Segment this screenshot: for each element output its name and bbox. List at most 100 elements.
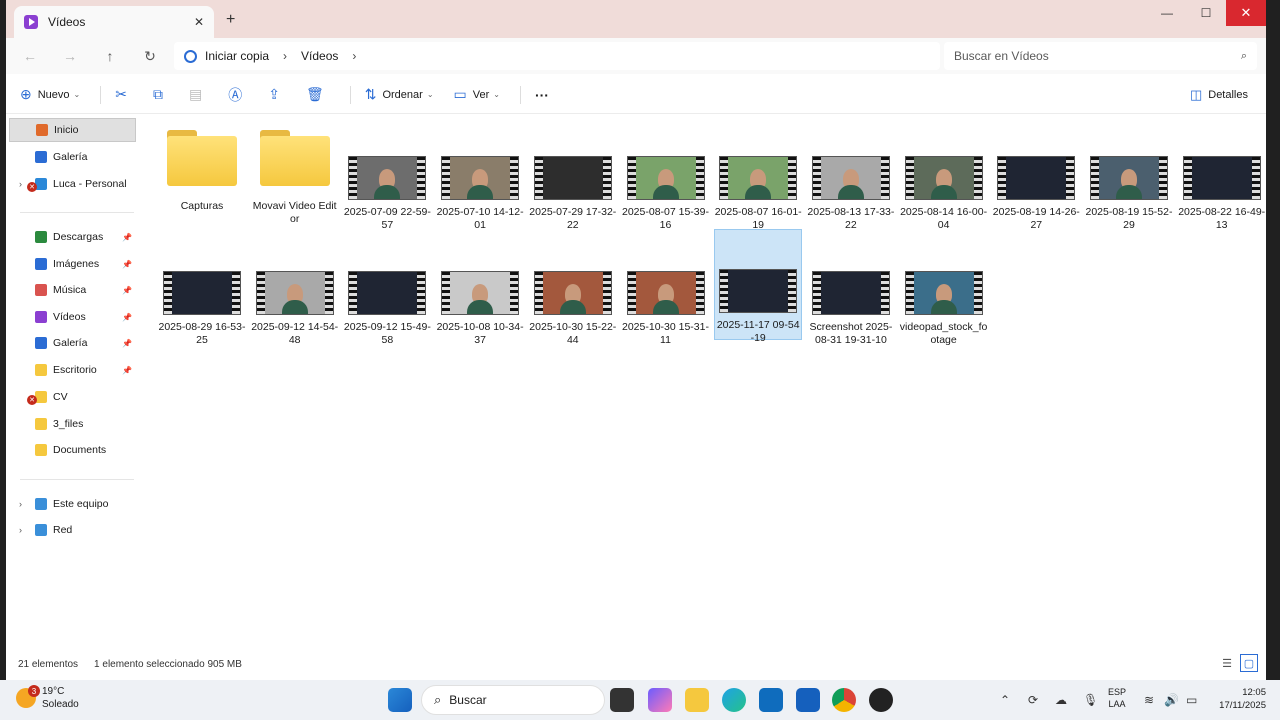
tab-videos[interactable]: Vídeos ✕ (14, 6, 214, 38)
chevron-right-icon[interactable]: › (352, 49, 356, 63)
store-icon[interactable] (796, 688, 820, 712)
file-name: 2025-08-19 14-26-27 (992, 206, 1080, 231)
task-view-icon[interactable] (610, 688, 634, 712)
sidebar-item-cv[interactable]: ✕ CV (9, 385, 136, 409)
sidebar-item-im-genes[interactable]: Imágenes 📌 (9, 252, 136, 276)
view-button[interactable]: ▭ Ver ⌄ (454, 86, 500, 103)
sidebar-item-documents[interactable]: Documents (9, 438, 136, 462)
video-item[interactable]: 2025-07-10 14-12-01 (436, 116, 524, 231)
sidebar-item-este-equipo[interactable]: › Este equipo (9, 492, 136, 516)
start-icon[interactable] (388, 688, 412, 712)
sidebar-item-descargas[interactable]: Descargas 📌 (9, 225, 136, 249)
clock[interactable]: 12:05 17/11/2025 (1208, 686, 1266, 712)
divider (20, 212, 134, 213)
pin-icon[interactable]: 📌 (122, 233, 132, 242)
pin-icon[interactable]: 📌 (122, 286, 132, 295)
tab-close-icon[interactable]: ✕ (194, 15, 204, 29)
delete-button[interactable]: 🗑 (306, 86, 330, 103)
up-button[interactable]: ↑ (100, 46, 120, 66)
volume-icon[interactable]: 🔊 (1164, 680, 1179, 720)
folder-item[interactable]: Capturas (158, 116, 246, 220)
video-item[interactable]: 2025-08-19 14-26-27 (992, 116, 1080, 231)
chevron-right-icon[interactable]: › (19, 179, 22, 189)
video-item[interactable]: 2025-08-07 16-01-19 (714, 116, 802, 231)
sidebar-item-escritorio[interactable]: Escritorio 📌 (9, 358, 136, 382)
details-view-icon[interactable]: ☰ (1218, 654, 1236, 672)
paste-button[interactable]: ▤ (189, 86, 208, 103)
rename-button[interactable]: Ⓐ (228, 85, 248, 105)
minimize-button[interactable]: — (1147, 0, 1187, 26)
language-indicator[interactable]: ESP LAA (1108, 686, 1126, 710)
video-item[interactable]: 2025-08-19 15-52-29 (1085, 116, 1173, 231)
sidebar-item-label: Inicio (54, 124, 79, 136)
sync-icon[interactable]: ⟳ (1028, 680, 1038, 720)
maximize-button[interactable]: ☐ (1186, 0, 1226, 26)
chevron-right-icon[interactable]: › (19, 499, 22, 509)
sort-button[interactable]: ⇅ Ordenar ⌄ (365, 86, 434, 103)
details-button[interactable]: ◫ Detalles (1190, 87, 1248, 103)
video-item[interactable]: 2025-07-29 17-32-22 (529, 116, 617, 231)
pin-icon[interactable]: 📌 (122, 260, 132, 269)
details-label: Detalles (1208, 89, 1248, 101)
cut-button[interactable]: ✂ (115, 86, 133, 103)
video-item[interactable]: videopad_stock_footage (900, 231, 988, 346)
share-button[interactable]: ⇪ (268, 86, 286, 103)
breadcrumb-item-videos[interactable]: Vídeos (301, 49, 338, 63)
back-button[interactable]: ← (20, 46, 40, 66)
sidebar-item-3-files[interactable]: 3_files (9, 412, 136, 436)
onedrive-error-icon[interactable]: ☁ (1055, 680, 1067, 720)
video-item[interactable]: 2025-07-09 22-59-57 (343, 116, 431, 231)
large-icons-view-icon[interactable]: ▢ (1240, 654, 1258, 672)
close-button[interactable]: ✕ (1226, 0, 1266, 26)
video-item[interactable]: 2025-10-30 15-31-11 (622, 231, 710, 346)
folder-item[interactable]: Movavi Video Editor (251, 116, 339, 225)
breadcrumb[interactable]: Iniciar copia › Vídeos › (174, 42, 940, 70)
copy-button[interactable]: ⧉ (153, 86, 169, 103)
battery-icon[interactable]: ▭ (1186, 680, 1197, 720)
chevron-right-icon[interactable]: › (283, 49, 287, 63)
edge-icon[interactable] (722, 688, 746, 712)
wifi-icon[interactable]: ≋ (1144, 680, 1154, 720)
pin-icon[interactable]: 📌 (122, 313, 132, 322)
sidebar-item-v-deos[interactable]: Vídeos 📌 (9, 305, 136, 329)
chevron-right-icon[interactable]: › (19, 525, 22, 535)
weather-widget[interactable]: 3 19°C Soleado (16, 685, 79, 711)
video-item[interactable]: 2025-08-13 17-33-22 (807, 116, 895, 231)
video-item[interactable]: 2025-09-12 15-49-58 (343, 231, 431, 346)
video-item[interactable]: 2025-10-08 10-34-37 (436, 231, 524, 346)
taskbar-search[interactable]: ⌕ Buscar (421, 685, 605, 715)
new-tab-button[interactable]: + (226, 11, 235, 29)
show-hidden-icons[interactable]: ⌃ (1000, 680, 1010, 720)
pin-icon[interactable]: 📌 (122, 339, 132, 348)
new-button[interactable]: ⊕ Nuevo ⌄ (20, 86, 80, 103)
pin-icon[interactable]: 📌 (122, 366, 132, 375)
sidebar-item-luca-personal[interactable]: › ✕ Luca - Personal (9, 172, 136, 196)
chrome-icon[interactable] (832, 688, 856, 712)
forward-button[interactable]: → (60, 46, 80, 66)
video-item[interactable]: 2025-08-07 15-39-16 (622, 116, 710, 231)
app-icon[interactable] (869, 688, 893, 712)
search-icon[interactable]: ⌕ (1241, 50, 1247, 63)
breadcrumb-item-iniciar-copia[interactable]: Iniciar copia (205, 49, 269, 63)
copilot-icon[interactable] (648, 688, 672, 712)
sidebar-item-red[interactable]: › Red (9, 518, 136, 542)
video-item[interactable]: 2025-08-22 16-49-13 (1178, 116, 1266, 231)
refresh-button[interactable]: ↻ (140, 46, 160, 66)
video-item[interactable]: 2025-08-29 16-53-25 (158, 231, 246, 346)
search-input[interactable] (954, 49, 1241, 63)
sidebar-item-inicio[interactable]: Inicio (9, 118, 136, 142)
home-icon (36, 124, 48, 136)
file-explorer-icon[interactable] (685, 688, 709, 712)
search-box[interactable]: ⌕ (944, 42, 1257, 70)
microphone-icon[interactable]: 🎙 (1083, 680, 1098, 720)
sidebar-item-m-sica[interactable]: Música 📌 (9, 278, 136, 302)
video-item[interactable]: Screenshot 2025-08-31 19-31-10 (807, 231, 895, 346)
sidebar-item-galer-a[interactable]: Galería (9, 145, 136, 169)
sidebar-item-galer-a[interactable]: Galería 📌 (9, 331, 136, 355)
video-item[interactable]: 2025-08-14 16-00-04 (900, 116, 988, 231)
more-options-button[interactable]: ··· (535, 87, 549, 103)
video-item[interactable]: 2025-10-30 15-22-44 (529, 231, 617, 346)
outlook-icon[interactable] (759, 688, 783, 712)
video-item[interactable]: 2025-09-12 14-54-48 (251, 231, 339, 346)
video-item[interactable]: 2025-11-17 09-54-19 (714, 229, 803, 344)
